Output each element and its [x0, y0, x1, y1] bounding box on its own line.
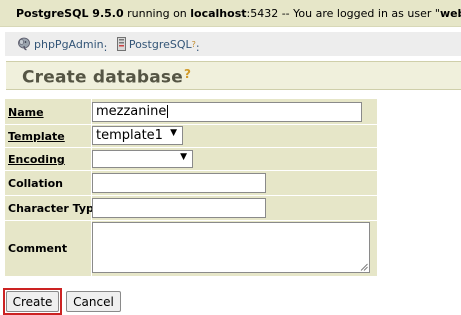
server-icon	[116, 37, 126, 51]
name-label: Name	[8, 106, 44, 119]
status-bar: PostgreSQL 9.5.0 running on localhost:54…	[0, 0, 461, 27]
user-name: webadmin	[439, 7, 461, 20]
name-input[interactable]: mezzanine	[92, 102, 362, 122]
encoding-label: Encoding	[8, 153, 65, 166]
page-title-box: Create database?	[6, 61, 461, 90]
server-version: PostgreSQL 9.5.0	[16, 7, 124, 20]
page-title: Create database	[22, 67, 183, 88]
collation-label: Collation	[8, 177, 64, 190]
row-divider	[5, 147, 377, 148]
breadcrumb-app-label: phpPgAdmin	[34, 37, 104, 51]
template-select[interactable]: template1 ▼	[92, 126, 183, 145]
comment-textarea[interactable]	[92, 222, 370, 273]
collation-input[interactable]	[92, 173, 266, 193]
encoding-select[interactable]: ▼	[92, 150, 193, 168]
breadcrumb-server-label: PostgreSQL	[128, 37, 192, 51]
row-divider	[5, 195, 377, 196]
chevron-down-icon: ▼	[170, 128, 177, 138]
cancel-button[interactable]: Cancel	[66, 291, 121, 312]
host-name: localhost	[190, 7, 247, 20]
text-cursor	[167, 105, 169, 118]
character-type-label: Character Type	[8, 202, 102, 215]
elephant-icon	[18, 37, 30, 51]
title-help-link[interactable]: ?	[184, 67, 191, 81]
row-divider	[5, 220, 377, 221]
breadcrumb-server[interactable]: PostgreSQL?	[111, 37, 196, 51]
chevron-down-icon: ▼	[180, 152, 187, 162]
breadcrumb-app[interactable]: phpPgAdmin	[17, 37, 104, 51]
create-button[interactable]: Create	[6, 291, 59, 312]
breadcrumb: phpPgAdmin : PostgreSQL? :	[5, 32, 461, 56]
row-divider	[5, 170, 377, 171]
resize-handle-icon[interactable]	[360, 263, 368, 271]
row-divider	[5, 124, 377, 125]
template-label: Template	[8, 130, 65, 143]
comment-label: Comment	[8, 242, 68, 255]
character-type-input[interactable]	[92, 198, 266, 218]
